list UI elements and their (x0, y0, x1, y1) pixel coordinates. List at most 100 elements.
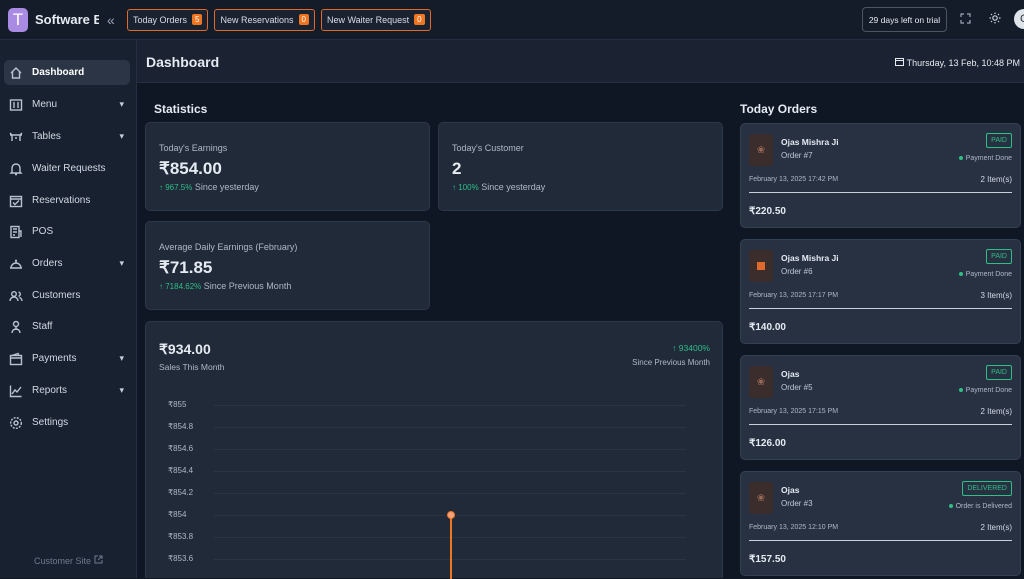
sidebar-item-label: Customers (32, 290, 81, 301)
order-number: Order #5 (781, 383, 813, 392)
sales-change: ↑ 93400% (672, 343, 710, 353)
sidebar-item-label: Payments (32, 353, 77, 364)
order-card[interactable]: ❀ Ojas Order #3 DELIVERED Order is Deliv… (740, 471, 1021, 576)
menu-icon (9, 98, 23, 111)
chevron-down-icon: ▾ (119, 99, 124, 109)
sidebar-item-orders[interactable]: Orders ▾ (4, 251, 130, 276)
avg-since: Since Previous Month (203, 281, 292, 291)
payment-status-text: Payment Done (965, 387, 1012, 394)
status-dot (948, 504, 953, 509)
sidebar-item-label: Reservations (32, 195, 91, 206)
order-items: 3 Item(s) (980, 291, 1012, 300)
datetime-display: Thursday, 13 Feb, 10:48 PM (895, 57, 1020, 68)
earnings-label: Today's Earnings (159, 143, 228, 153)
sales-chart-card: ₹934.00 Sales This Month ↑ 93400% Since … (145, 321, 723, 579)
order-items: 2 Item(s) (980, 407, 1012, 416)
food-icon: ❀ (749, 482, 773, 514)
sidebar-item-pos[interactable]: POS (4, 219, 130, 244)
avg-value: ₹71.85 (159, 258, 213, 277)
theme-toggle-icon[interactable] (989, 12, 1001, 27)
y-tick-label: ₹855 (168, 400, 187, 409)
collapse-sidebar-icon[interactable]: « (107, 12, 121, 28)
trial-button[interactable]: 29 days left on trial (862, 7, 947, 32)
sidebar-item-reservations[interactable]: Reservations (4, 188, 130, 213)
new-waiter-request-count: 0 (414, 14, 425, 25)
order-items: 2 Item(s) (980, 175, 1012, 184)
y-tick-label: ₹853.6 (168, 554, 194, 563)
home-icon (10, 66, 22, 79)
order-amount: ₹140.00 (749, 322, 786, 333)
status-dot (958, 156, 963, 161)
sidebar-item-dashboard[interactable]: Dashboard (4, 60, 130, 85)
wallet-icon (9, 352, 23, 365)
sidebar-item-staff[interactable]: Staff (4, 314, 130, 339)
earnings-value: ₹854.00 (159, 159, 222, 178)
sidebar-item-label: Dashboard (32, 67, 85, 78)
external-link-icon (94, 555, 103, 564)
sidebar-item-reports[interactable]: Reports ▾ (4, 378, 130, 403)
new-waiter-request-button[interactable]: New Waiter Request 0 (320, 8, 431, 31)
order-card[interactable]: ❀ Ojas Mishra Ji Order #7 PAID Payment D… (740, 123, 1021, 228)
sidebar-item-customers[interactable]: Customers (4, 283, 130, 308)
order-card[interactable]: ❀ Ojas Order #5 PAID Payment Done Februa… (740, 355, 1021, 460)
today-orders-count: 5 (192, 14, 203, 25)
divider (749, 308, 1012, 309)
avg-label: Average Daily Earnings (February) (159, 242, 298, 252)
app-name: Software B... (35, 12, 99, 27)
customers-label: Today's Customer (452, 143, 524, 153)
sidebar-item-waiter-requests[interactable]: Waiter Requests (4, 156, 130, 181)
status-badge: PAID (986, 249, 1012, 264)
customers-change-value: 100% (458, 183, 479, 192)
sidebar-item-menu[interactable]: Menu ▾ (4, 92, 130, 117)
sidebar-item-label: Tables (32, 131, 61, 142)
app-logo[interactable]: T (8, 7, 28, 32)
order-card[interactable]: Ojas Mishra Ji Order #6 PAID Payment Don… (740, 239, 1021, 344)
y-tick-label: ₹854.6 (168, 444, 194, 453)
data-point[interactable] (447, 511, 455, 519)
new-waiter-request-label: New Waiter Request (326, 14, 410, 25)
customers-value: 2 (452, 159, 462, 178)
grid-line (214, 493, 686, 494)
todays-customer-card: Today's Customer 2 ↑ 100% Since yesterda… (438, 122, 723, 211)
customers-since: Since yesterday (481, 182, 546, 192)
average-earnings-card: Average Daily Earnings (February) ₹71.85… (145, 221, 430, 310)
payment-status: Payment Done (958, 271, 1012, 278)
table-icon (9, 132, 23, 141)
bell-icon (9, 162, 23, 175)
chevron-down-icon: ▾ (119, 353, 124, 363)
avg-change: ↑ 7184.62% Since Previous Month (159, 281, 291, 291)
sales-change-value: 93400% (678, 343, 710, 353)
sidebar: Dashboard Menu ▾ Tables ▾ Waiter Request… (0, 40, 137, 578)
sidebar-item-tables[interactable]: Tables ▾ (4, 124, 130, 149)
sidebar-item-label: Menu (32, 99, 58, 110)
order-customer-name: Ojas Mishra Ji (781, 137, 839, 147)
payment-status-text: Payment Done (965, 271, 1012, 278)
sidebar-item-payments[interactable]: Payments ▾ (4, 346, 130, 371)
new-reservations-button[interactable]: New Reservations 0 (214, 8, 315, 31)
staff-icon (11, 320, 21, 333)
fullscreen-icon[interactable] (960, 13, 971, 27)
status-dot (958, 388, 963, 393)
order-date: February 13, 2025 17:42 PM (749, 176, 839, 183)
statistics-title: Statistics (154, 102, 208, 116)
today-orders-title: Today Orders (740, 102, 818, 116)
payment-status: Payment Done (958, 155, 1012, 162)
orders-icon (10, 259, 22, 269)
main-content: Dashboard Thursday, 13 Feb, 10:48 PM Sta… (137, 40, 1024, 579)
payment-status: Payment Done (958, 387, 1012, 394)
sidebar-item-label: Staff (32, 321, 53, 332)
today-orders-button[interactable]: Today Orders 5 (127, 8, 209, 31)
order-amount: ₹157.50 (749, 554, 786, 565)
new-reservations-count: 0 (298, 14, 309, 25)
order-date: February 13, 2025 17:15 PM (749, 408, 839, 415)
earnings-change-value: 967.5% (165, 183, 193, 192)
grid-line (214, 471, 686, 472)
customer-site-link[interactable]: Customer Site (34, 555, 103, 566)
order-number: Order #3 (781, 499, 813, 508)
order-date: February 13, 2025 12:10 PM (749, 524, 839, 531)
order-number: Order #6 (781, 267, 813, 276)
chart-icon (9, 385, 22, 397)
sales-since: Since Previous Month (632, 358, 710, 367)
customers-change: ↑ 100% Since yesterday (452, 182, 545, 192)
sidebar-item-settings[interactable]: Settings (4, 410, 130, 435)
